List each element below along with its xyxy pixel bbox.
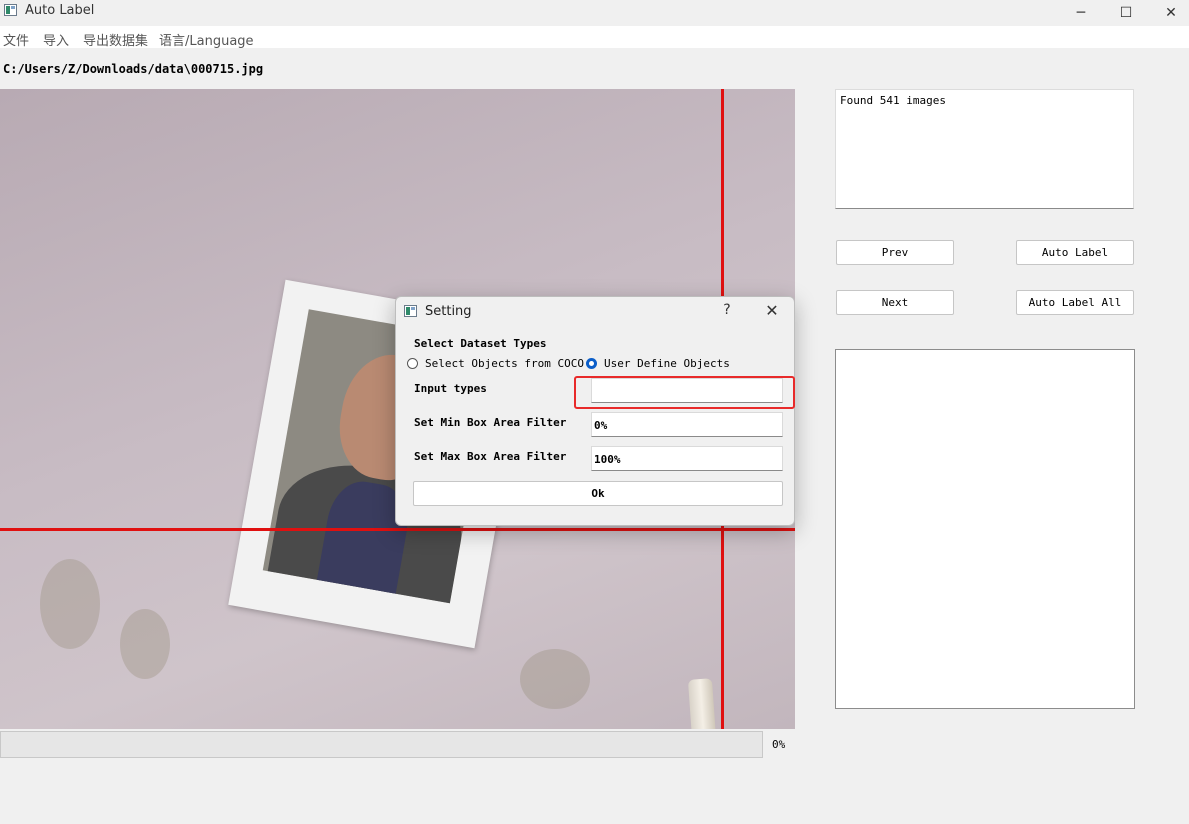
auto-label-button[interactable]: Auto Label (1016, 240, 1134, 265)
menu-file[interactable]: 文件 (3, 30, 29, 49)
minimize-button[interactable]: ─ (1058, 0, 1104, 25)
progress-text: 0% (772, 738, 786, 751)
min-area-label: Set Min Box Area Filter (414, 416, 567, 429)
menu-bar: 文件 导入 导出数据集 语言/Language (0, 26, 1189, 49)
dialog-close-icon[interactable]: ✕ (761, 301, 783, 320)
radio-coco-label[interactable]: Select Objects from COCO (425, 357, 584, 370)
setting-dialog: Setting ? ✕ Select Dataset Types Select … (395, 296, 795, 526)
min-area-field[interactable]: 0% (591, 412, 783, 437)
bottle-object (687, 678, 717, 729)
wall-stain (120, 609, 170, 679)
auto-label-all-button[interactable]: Auto Label All (1016, 290, 1134, 315)
maximize-button[interactable]: ☐ (1103, 0, 1149, 25)
max-area-field[interactable]: 100% (591, 446, 783, 471)
title-bar: Auto Label ─ ☐ ✕ (0, 0, 1189, 25)
wall-stain (40, 559, 100, 649)
menu-language[interactable]: 语言/Language (159, 30, 254, 49)
prev-button[interactable]: Prev (836, 240, 954, 265)
window-title: Auto Label (25, 3, 95, 18)
label-list[interactable] (835, 349, 1135, 709)
dataset-types-label: Select Dataset Types (414, 337, 547, 350)
app-icon (4, 4, 17, 16)
wall-stain (520, 649, 590, 709)
dialog-title: Setting (425, 304, 472, 319)
log-text: Found 541 images (840, 94, 946, 107)
file-path-label: C:/Users/Z/Downloads/data\000715.jpg (3, 62, 264, 76)
menu-export-dataset[interactable]: 导出数据集 (83, 30, 148, 49)
max-area-label: Set Max Box Area Filter (414, 450, 567, 463)
ok-button[interactable]: Ok (413, 481, 783, 506)
progress-bar (0, 731, 763, 758)
radio-user-define[interactable] (586, 358, 597, 369)
next-button[interactable]: Next (836, 290, 954, 315)
close-window-button[interactable]: ✕ (1148, 0, 1189, 25)
log-text-area[interactable]: Found 541 images (835, 89, 1134, 209)
dialog-app-icon (404, 305, 417, 317)
radio-coco[interactable] (407, 358, 418, 369)
crosshair-horizontal-line (0, 528, 795, 531)
input-types-highlight (574, 376, 795, 409)
help-icon[interactable]: ? (717, 302, 737, 318)
radio-user-define-label[interactable]: User Define Objects (604, 357, 730, 370)
input-types-label: Input types (414, 382, 487, 395)
menu-import[interactable]: 导入 (43, 30, 69, 49)
